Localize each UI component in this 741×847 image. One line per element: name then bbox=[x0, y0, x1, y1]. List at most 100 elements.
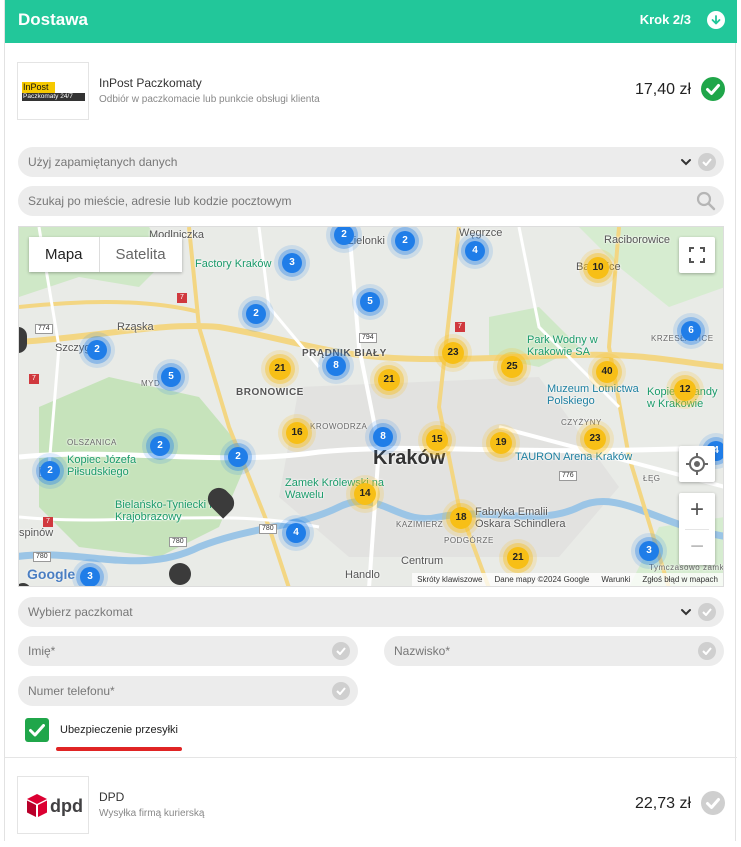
report-error-link[interactable]: Zgłoś błąd w mapach bbox=[642, 575, 718, 586]
locker-cluster-marker[interactable]: 23 bbox=[442, 342, 464, 364]
inpost-logo-subtext: Paczkomaty 24/7 bbox=[22, 93, 85, 101]
locker-cluster-marker[interactable]: 2 bbox=[87, 340, 107, 360]
sun-poi-marker[interactable] bbox=[169, 563, 191, 585]
locker-cluster-marker[interactable]: 40 bbox=[596, 361, 618, 383]
carrier-option-inpost[interactable]: InPost Paczkomaty 24/7 InPost Paczkomaty… bbox=[5, 43, 737, 133]
unselected-check-icon[interactable] bbox=[701, 791, 725, 815]
map-label: Fabryka Emalii Oskara Schindlera bbox=[475, 506, 566, 530]
locker-cluster-marker[interactable]: 18 bbox=[450, 507, 472, 529]
checkout-step-panel: Dostawa Krok 2/3 InPost Paczkomaty 24/7 … bbox=[4, 0, 737, 841]
carrier-price: 22,73 zł bbox=[634, 795, 691, 812]
road-number: 780 bbox=[33, 552, 51, 562]
locker-cluster-marker[interactable]: 2 bbox=[334, 227, 354, 245]
map-label: Park Wodny w Krakowie SA bbox=[527, 334, 598, 358]
carrier-name: InPost Paczkomaty bbox=[99, 76, 202, 90]
selected-check-icon bbox=[701, 77, 725, 101]
map-type-map-button[interactable]: Mapa bbox=[29, 237, 100, 272]
map-label: Muzeum Lotnictwa Polskiego bbox=[547, 383, 639, 407]
road-number: 7 bbox=[455, 322, 465, 332]
map-label: Factory Kraków bbox=[195, 258, 272, 270]
locker-cluster-marker[interactable]: 8 bbox=[373, 427, 393, 447]
location-search-input[interactable]: Szukaj po mieście, adresie lub kodzie po… bbox=[18, 186, 724, 216]
locker-cluster-marker[interactable]: 19 bbox=[490, 432, 512, 454]
check-icon bbox=[332, 642, 350, 660]
map-label: CZYŻYNY bbox=[561, 418, 602, 427]
locker-cluster-marker[interactable]: 16 bbox=[286, 422, 308, 444]
inpost-logo-text: InPost bbox=[22, 82, 55, 93]
first-name-placeholder: Imię* bbox=[28, 644, 56, 658]
locker-cluster-marker[interactable]: 5 bbox=[360, 292, 380, 312]
step-indicator: Krok 2/3 bbox=[639, 12, 691, 27]
saved-data-placeholder: Użyj zapamiętanych danych bbox=[28, 155, 178, 169]
locker-cluster-marker[interactable]: 2 bbox=[150, 436, 170, 456]
carrier-description: Odbiór w paczkomacie lub punkcie obsługi… bbox=[99, 94, 320, 105]
locker-cluster-marker[interactable]: 5 bbox=[161, 367, 181, 387]
locker-cluster-marker[interactable]: 15 bbox=[426, 429, 448, 451]
locker-cluster-marker[interactable]: 10 bbox=[587, 257, 609, 279]
check-icon bbox=[332, 682, 350, 700]
saved-data-select[interactable]: Użyj zapamiętanych danych bbox=[18, 147, 724, 177]
first-name-field[interactable]: Imię* bbox=[18, 636, 358, 666]
map-label: Zamek Królewski na Wawelu bbox=[285, 477, 385, 501]
locker-cluster-marker[interactable]: 8 bbox=[326, 356, 346, 376]
my-location-button[interactable] bbox=[679, 446, 715, 482]
locker-cluster-marker[interactable]: 4 bbox=[286, 523, 306, 543]
check-icon bbox=[698, 603, 716, 621]
terms-link[interactable]: Warunki bbox=[601, 575, 630, 586]
fullscreen-button[interactable] bbox=[679, 237, 715, 273]
highlight-underline bbox=[56, 747, 182, 751]
map-base-layer bbox=[19, 227, 723, 586]
locker-cluster-marker[interactable]: 21 bbox=[269, 358, 291, 380]
locker-cluster-marker[interactable]: 2 bbox=[246, 304, 266, 324]
map-label: Węgrzce bbox=[459, 227, 503, 239]
locker-cluster-marker[interactable]: 3 bbox=[639, 541, 659, 561]
locker-cluster-marker[interactable]: 2 bbox=[228, 447, 248, 467]
road-number: 7 bbox=[43, 517, 53, 527]
locker-select[interactable]: Wybierz paczkomat bbox=[18, 597, 724, 627]
zoom-in-button[interactable]: + bbox=[679, 493, 715, 529]
locker-cluster-marker[interactable]: 2 bbox=[395, 231, 415, 251]
insurance-checkbox[interactable] bbox=[25, 718, 49, 742]
map-label: ŁĘG bbox=[643, 474, 661, 483]
locker-cluster-marker[interactable]: 2 bbox=[40, 461, 60, 481]
locker-cluster-marker[interactable]: 21 bbox=[378, 369, 400, 391]
parcel-locker-map[interactable]: Modlniczka Zielonki Węgrzce Raciborowice… bbox=[18, 226, 724, 587]
map-label: OLSZANICA bbox=[67, 438, 117, 447]
crosshair-icon bbox=[686, 453, 708, 475]
carrier-option-dpd[interactable]: dpd DPD Wysyłka firmą kurierską 22,73 zł bbox=[5, 757, 737, 847]
zoom-out-button[interactable]: − bbox=[679, 530, 715, 565]
delivery-header[interactable]: Dostawa Krok 2/3 bbox=[5, 0, 737, 43]
map-label: KAZIMIERZ bbox=[396, 520, 444, 529]
locker-cluster-marker[interactable]: 4 bbox=[465, 241, 485, 261]
road-number: 780 bbox=[169, 537, 187, 547]
insurance-label[interactable]: Ubezpieczenie przesyłki bbox=[60, 724, 178, 736]
search-icon[interactable] bbox=[696, 191, 716, 214]
phone-field[interactable]: Numer telefonu* bbox=[18, 676, 358, 706]
check-icon bbox=[698, 153, 716, 171]
check-icon bbox=[698, 642, 716, 660]
map-label: spinów bbox=[19, 527, 54, 539]
map-label: PODGÓRZE bbox=[444, 536, 494, 545]
locker-cluster-marker[interactable]: 6 bbox=[681, 321, 701, 341]
road-number: 776 bbox=[559, 471, 577, 481]
locker-cluster-marker[interactable]: 12 bbox=[674, 379, 696, 401]
locker-cluster-marker[interactable]: 14 bbox=[354, 483, 376, 505]
keyboard-shortcuts-link[interactable]: Skróty klawiszowe bbox=[417, 575, 482, 586]
map-attribution: Skróty klawiszowe Dane mapy ©2024 Google… bbox=[412, 573, 723, 586]
phone-placeholder: Numer telefonu* bbox=[28, 684, 115, 698]
locker-cluster-marker[interactable]: 3 bbox=[80, 567, 100, 586]
inpost-logo: InPost Paczkomaty 24/7 bbox=[17, 62, 89, 120]
locker-cluster-marker[interactable]: 23 bbox=[584, 428, 606, 450]
map-label: MYD bbox=[141, 379, 161, 388]
chevron-down-circle-icon[interactable] bbox=[707, 11, 725, 29]
chevron-down-icon bbox=[680, 606, 692, 621]
map-type-satellite-button[interactable]: Satelita bbox=[100, 237, 182, 272]
last-name-field[interactable]: Nazwisko* bbox=[384, 636, 724, 666]
locker-cluster-marker[interactable]: 25 bbox=[501, 356, 523, 378]
locker-cluster-marker[interactable]: 3 bbox=[282, 253, 302, 273]
map-label: Centrum bbox=[401, 555, 444, 567]
search-placeholder: Szukaj po mieście, adresie lub kodzie po… bbox=[28, 194, 292, 208]
google-logo: Google bbox=[27, 566, 76, 582]
locker-cluster-marker[interactable]: 21 bbox=[507, 547, 529, 569]
map-label: Kopiec Józefa Piłsudskiego bbox=[67, 454, 137, 478]
